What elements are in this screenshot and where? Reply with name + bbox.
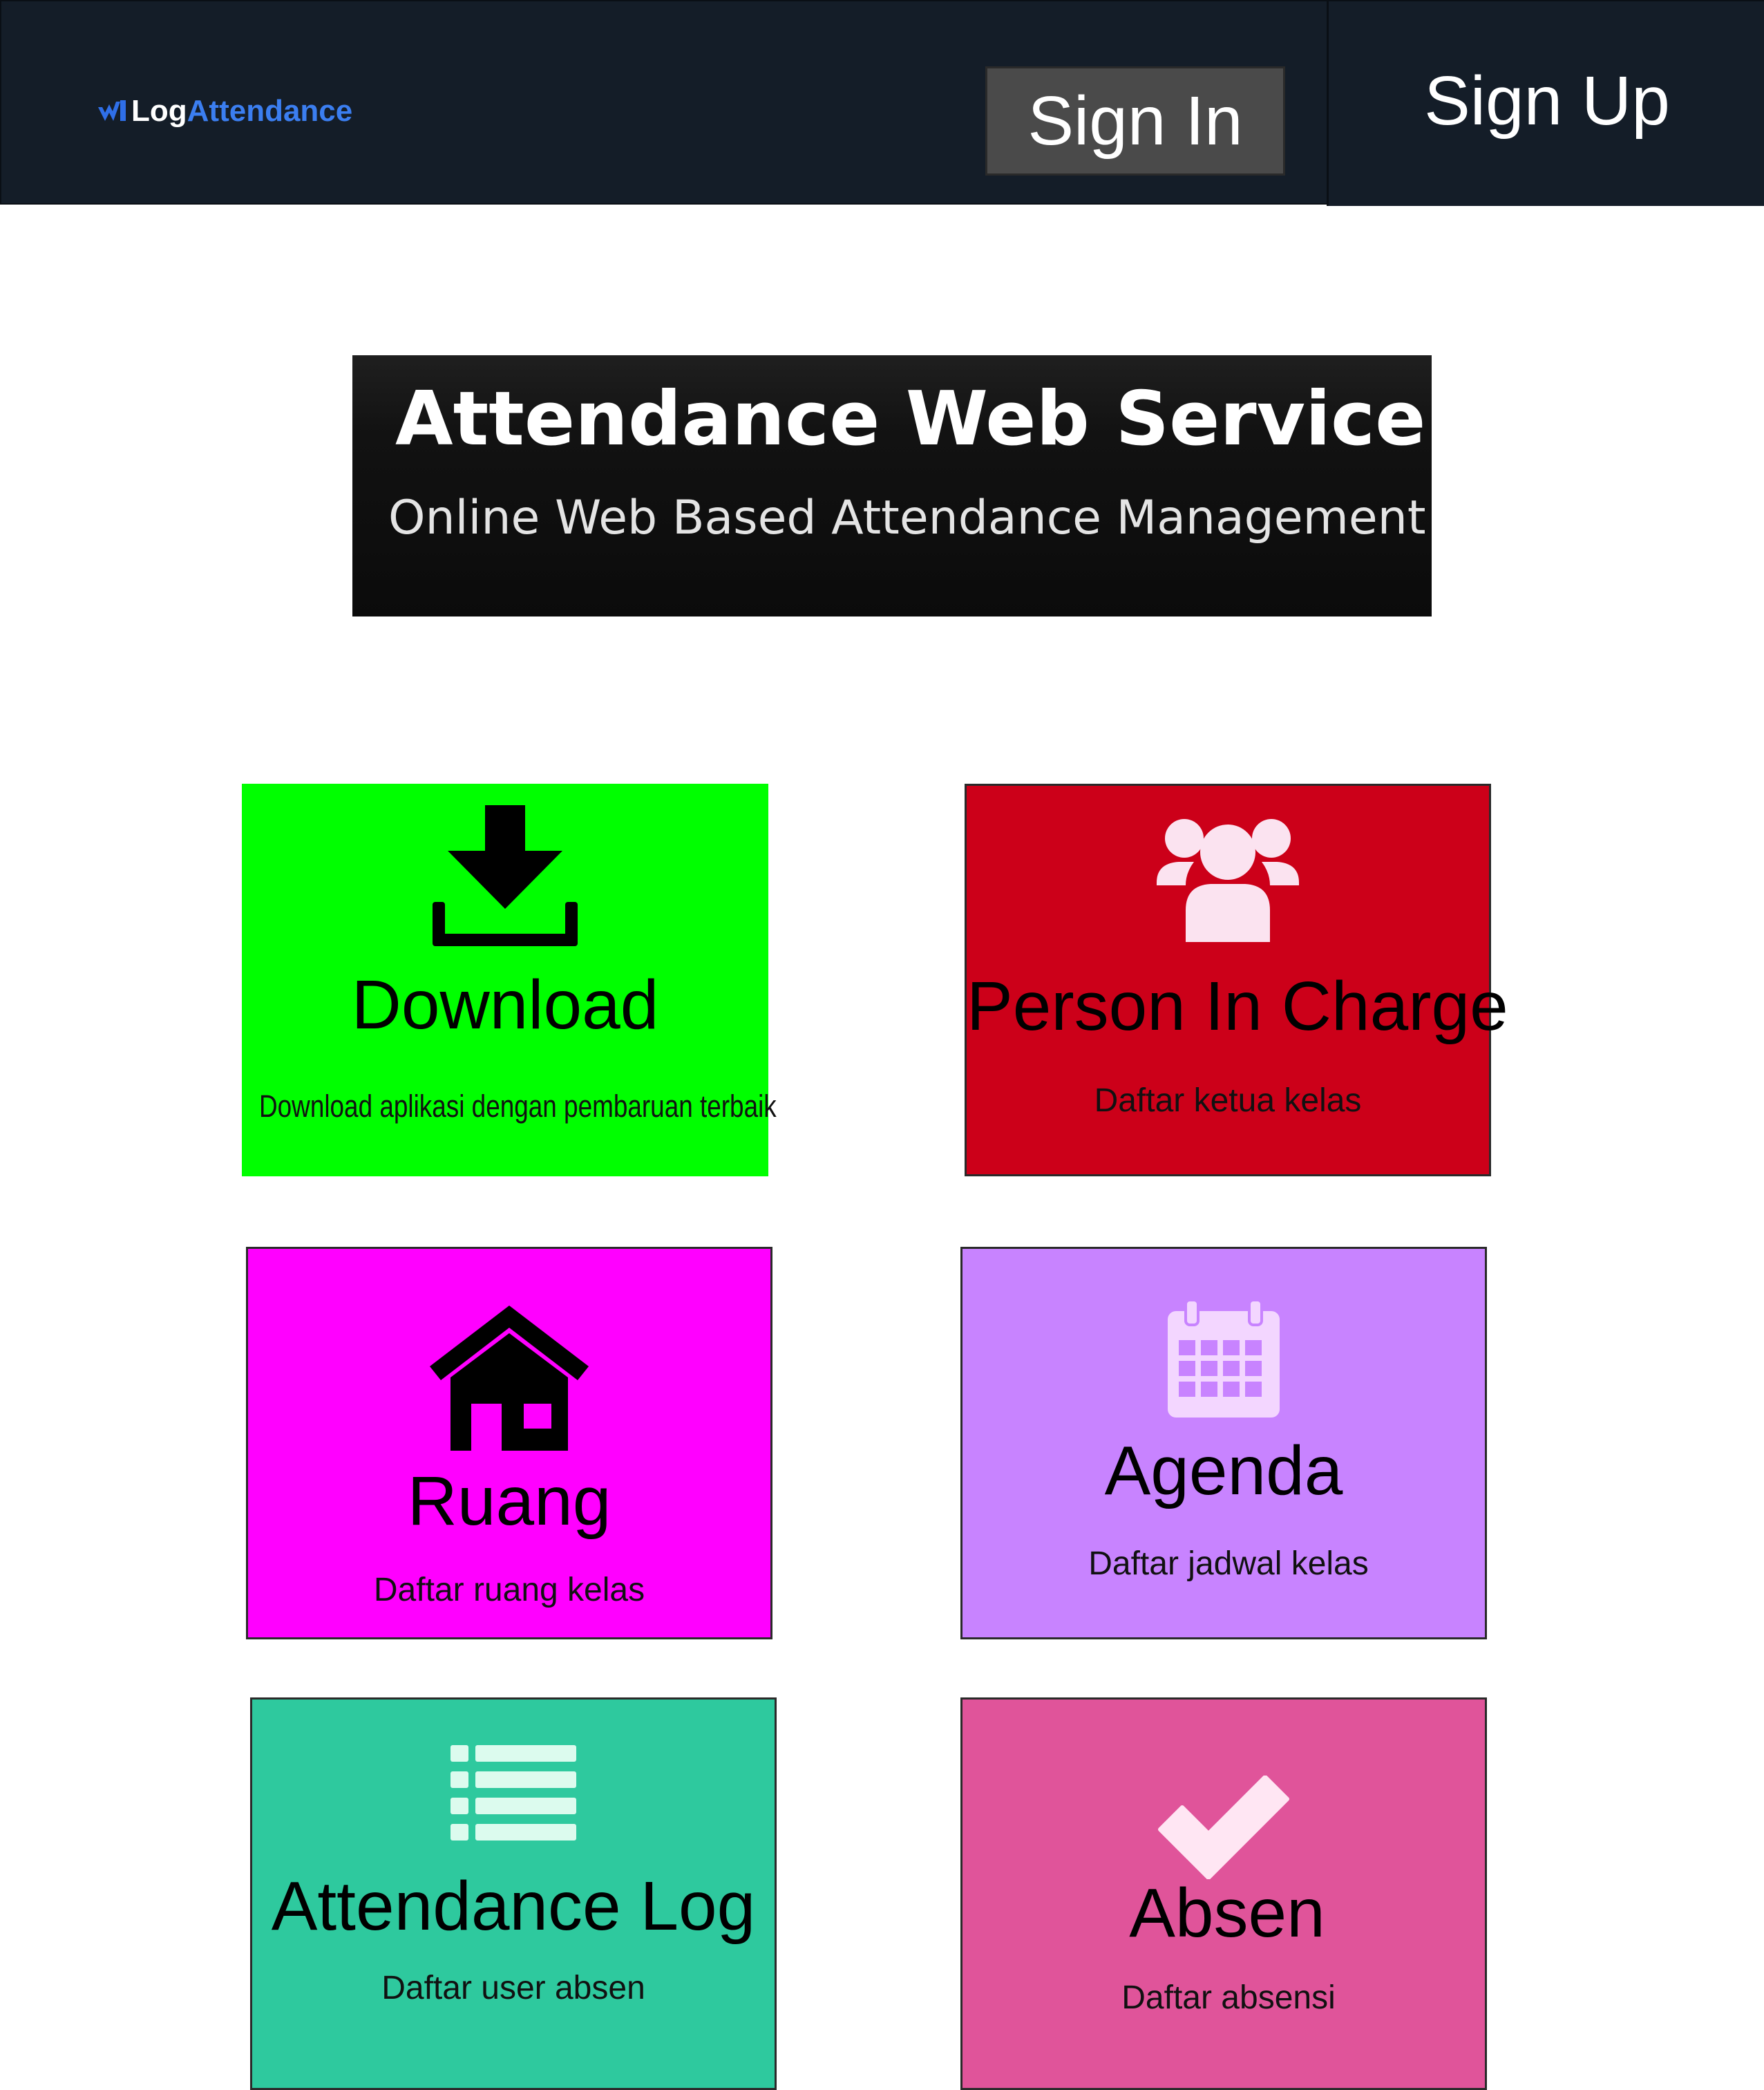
card-description: Daftar ruang kelas	[373, 1572, 645, 1608]
download-card[interactable]: Download Download aplikasi dengan pembar…	[242, 784, 777, 1176]
banner-title: Attendance Web Service	[395, 376, 1426, 462]
attendance-log-card[interactable]: Attendance Log Daftar user absen	[250, 1697, 777, 2090]
card-description: Daftar ketua kelas	[1094, 1082, 1362, 1119]
users-icon	[1157, 819, 1299, 942]
card-title: Person In Charge	[967, 968, 1508, 1045]
download-icon	[433, 805, 578, 946]
agenda-card[interactable]: Agenda Daftar jadwal kelas	[960, 1247, 1487, 1639]
card-description: Download aplikasi dengan pembaruan terba…	[259, 1089, 777, 1124]
hero-banner: Attendance Web Service Online Web Based …	[352, 355, 1432, 616]
card-description: Daftar absensi	[1121, 1979, 1336, 2016]
navbar: Log Attendance Sign In Sign Up	[0, 0, 1764, 206]
card-title: Ruang	[407, 1462, 611, 1540]
ruang-card[interactable]: Ruang Daftar ruang kelas	[246, 1247, 772, 1639]
calendar-icon	[1168, 1299, 1280, 1418]
logo-text-log: Log	[131, 94, 187, 128]
sign-in-button[interactable]: Sign In	[985, 66, 1285, 176]
banner-subtitle: Online Web Based Attendance Management	[388, 491, 1426, 545]
sign-up-button[interactable]: Sign Up	[1327, 1, 1764, 206]
card-title: Attendance Log	[271, 1867, 756, 1945]
absen-card[interactable]: Absen Daftar absensi	[960, 1697, 1487, 2090]
logo-icon	[98, 100, 126, 121]
person-in-charge-card[interactable]: Person In Charge Daftar ketua kelas	[965, 784, 1508, 1176]
check-icon	[1158, 1776, 1289, 1879]
card-title: Agenda	[1104, 1432, 1343, 1509]
logo-text-attendance: Attendance	[187, 94, 353, 128]
card-description: Daftar user absen	[381, 1970, 645, 2006]
card-description: Daftar jadwal kelas	[1088, 1545, 1369, 1582]
logo[interactable]: Log Attendance	[97, 94, 352, 129]
home-icon	[430, 1306, 589, 1451]
card-title: Absen	[1129, 1874, 1325, 1952]
card-title: Download	[351, 966, 659, 1044]
list-icon	[451, 1745, 576, 1840]
